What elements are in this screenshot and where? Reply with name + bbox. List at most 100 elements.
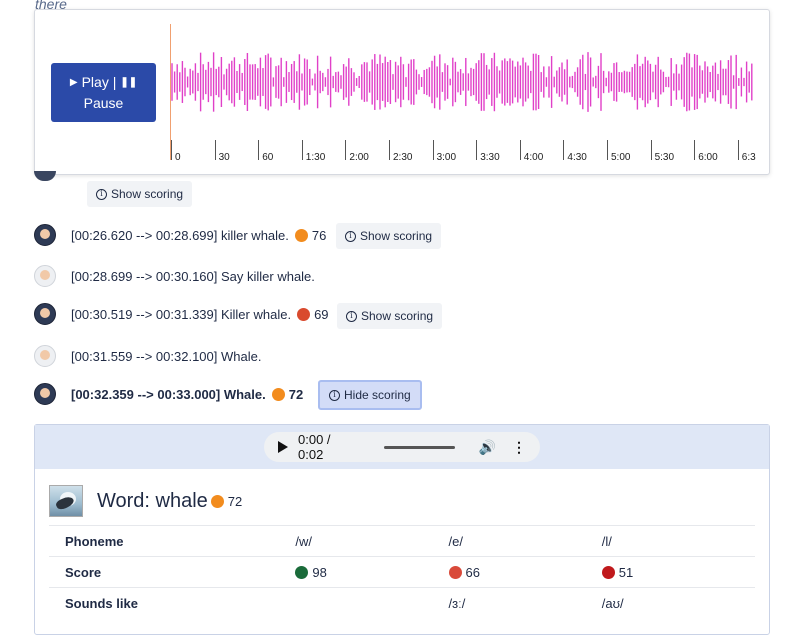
timeline-tick (432, 140, 434, 160)
sounds-like-cell: /aʊ/ (601, 587, 755, 619)
score-cell: 66 (448, 556, 602, 588)
timeline-tick (563, 140, 565, 160)
score-dot (448, 565, 462, 579)
show-scoring-label: Show scoring (111, 187, 184, 201)
line-text: [00:30.519 --> 00:31.339] Killer whale. (71, 306, 292, 322)
table-row: Phoneme /w/ /e/ /l/ (49, 525, 755, 557)
line-text: [00:31.559 --> 00:32.100] Whale. (71, 348, 262, 364)
audio-progress-slider[interactable] (384, 445, 455, 449)
show-scoring-label: Show scoring (361, 309, 434, 323)
scoring-panel: 0:00 / 0:02 🔊 ⋮ Word: whale 72 Phoneme /… (34, 424, 770, 635)
more-options-icon[interactable]: ⋮ (512, 439, 526, 456)
sounds-like-cell (295, 587, 449, 619)
timeline-tick (694, 140, 696, 160)
info-icon: i (346, 310, 357, 322)
row-header: Phoneme (49, 525, 296, 557)
timeline-label: 5:30 (654, 152, 675, 163)
play-pause-button[interactable]: ▶ Play | ❚❚ Pause (51, 63, 156, 122)
word-score-dot (210, 494, 224, 508)
phoneme-score: 66 (465, 564, 481, 580)
timeline-tick (607, 140, 608, 160)
timeline: 0 30 60 1:30 2:00 2:30 3:00 3:30 4:00 4:30 5:00 5:3… (170, 140, 756, 163)
score-dot (601, 565, 615, 579)
waveform-graphic (171, 52, 753, 112)
line-text: [00:26.620 --> 00:28.699] killer whale. (71, 227, 289, 243)
line-score: 69 (314, 306, 329, 322)
line-score: 76 (311, 227, 327, 243)
timeline-tick (258, 140, 260, 160)
timeline-tick (519, 140, 521, 160)
play-icon[interactable] (278, 441, 288, 453)
show-scoring-label: Show scoring (360, 229, 433, 243)
transcript-line: [00:28.699 --> 00:30.160] Say killer wha… (34, 261, 315, 291)
timeline-label: 0 (175, 152, 181, 163)
audio-time: 0:00 / 0:02 (298, 432, 331, 462)
line-text: [00:32.359 --> 00:33.000] Whale. (71, 386, 266, 402)
hide-scoring-label: Hide scoring (344, 388, 411, 402)
line-score: 72 (288, 386, 304, 402)
timeline-label: 1:30 (305, 152, 326, 163)
transcript-line-active: [00:32.359 --> 00:33.000] Whale. 72 (34, 379, 303, 409)
score-cell: 51 (601, 556, 755, 588)
pause-icon: ❚❚ (120, 76, 138, 88)
phoneme-cell: /w/ (295, 525, 449, 557)
avatar (34, 171, 56, 181)
timeline-label: 30 (218, 152, 230, 163)
student-avatar (34, 303, 56, 325)
timeline-tick (214, 140, 216, 160)
timeline-tick (737, 140, 739, 160)
timeline-label: 4:00 (523, 152, 544, 163)
row-header: Sounds like (49, 587, 296, 619)
waveform-player: ▶ Play | ❚❚ Pause 0 30 60 1:30 2:00 2:30 3:00 3… (34, 9, 770, 175)
timeline-label: 2:30 (393, 152, 413, 163)
timeline-label: 2:00 (349, 152, 369, 163)
word-score: 72 (227, 493, 243, 509)
timeline-tick (171, 140, 172, 160)
transcript-line: [00:31.559 --> 00:32.100] Whale. (34, 341, 261, 371)
info-icon: i (329, 389, 340, 401)
score-dot (294, 228, 308, 242)
whale-image (49, 485, 83, 517)
student-avatar (34, 224, 56, 246)
phoneme-table: Phoneme /w/ /e/ /l/ Score 98 66 51 Sound… (49, 525, 755, 619)
transcript-line: [00:30.519 --> 00:31.339] Killer whale. 6… (34, 299, 329, 329)
timeline-label: 5:00 (611, 152, 631, 163)
hide-scoring-button[interactable]: i Hide scoring (318, 380, 422, 410)
word-title: Word: whale (97, 489, 208, 512)
phoneme-score: 51 (618, 564, 634, 580)
phoneme-cell: /l/ (601, 525, 755, 557)
timeline-tick (389, 140, 390, 160)
timeline-label: 6:3 (741, 152, 756, 163)
timeline-label: 3:30 (480, 152, 500, 163)
info-icon: i (345, 230, 356, 242)
play-label: Play | (81, 73, 117, 90)
show-scoring-button[interactable]: i Show scoring (87, 181, 193, 207)
timeline-label: 60 (262, 152, 274, 163)
timeline-tick (301, 140, 303, 160)
volume-icon[interactable]: 🔊 (479, 439, 496, 456)
phoneme-cell: /e/ (448, 525, 602, 557)
student-avatar (34, 383, 56, 405)
table-row: Sounds like /ɜː/ /aʊ/ (49, 587, 755, 619)
audio-player[interactable]: 0:00 / 0:02 🔊 ⋮ (264, 432, 540, 462)
score-dot (295, 565, 309, 579)
pause-label: Pause (83, 94, 124, 111)
phoneme-score: 98 (312, 564, 327, 580)
word-header: Word: whale 72 (49, 485, 242, 517)
audio-bar: 0:00 / 0:02 🔊 ⋮ (35, 425, 769, 469)
show-scoring-button[interactable]: i Show scoring (337, 303, 443, 329)
tutor-avatar (34, 345, 56, 367)
table-row: Score 98 66 51 (49, 556, 755, 588)
timeline-label: 6:00 (698, 152, 718, 163)
sounds-like-cell: /ɜː/ (448, 587, 602, 619)
transcript-line: [00:26.620 --> 00:28.699] killer whale. 7… (34, 220, 326, 250)
timeline-tick (476, 140, 478, 160)
score-cell: 98 (295, 556, 449, 588)
score-dot (271, 387, 285, 401)
score-dot (297, 307, 311, 321)
timeline-tick (650, 140, 652, 160)
show-scoring-button[interactable]: i Show scoring (336, 223, 442, 249)
info-icon: i (96, 188, 107, 200)
row-header: Score (49, 556, 296, 588)
timeline-tick (345, 140, 347, 160)
